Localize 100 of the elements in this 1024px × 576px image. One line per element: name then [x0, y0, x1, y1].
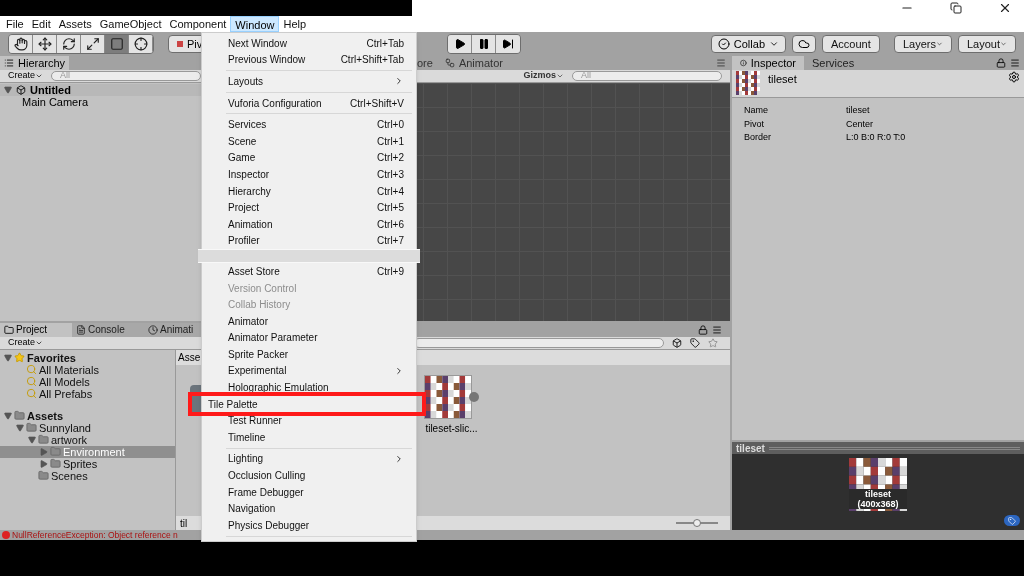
menu-entry[interactable]: Vuforia Configuration Ctrl+Shift+V [202, 94, 416, 112]
shortcut-text: Ctrl+0 [377, 118, 404, 133]
menu-entry[interactable]: Animation Ctrl+6 [202, 215, 416, 233]
shortcut-text: Ctrl+Shift+Tab [340, 53, 404, 68]
tool-button[interactable] [33, 35, 57, 53]
cloud-button[interactable] [792, 35, 816, 53]
lock-icon[interactable] [698, 324, 708, 335]
search-field[interactable] [414, 337, 664, 348]
shortcut-text: Ctrl+3 [377, 167, 404, 182]
menu-item[interactable]: Help [279, 16, 311, 32]
create-dropdown[interactable]: Create [4, 69, 47, 83]
tree-item[interactable]: All Prefabs [0, 387, 175, 400]
tool-button[interactable] [129, 35, 153, 53]
status-message: NullReferenceException: Object reference n [12, 528, 178, 542]
menu-entry[interactable]: Game Ctrl+2 [202, 149, 416, 167]
menu-item[interactable]: Component [165, 16, 231, 32]
menu-entry[interactable]: Occlusion Culling [202, 467, 416, 484]
caret-icon [556, 72, 564, 80]
type-filter-icon[interactable] [672, 337, 682, 348]
menu-entry[interactable]: Asset Store Ctrl+9 [202, 263, 416, 280]
expanded-arrow-icon[interactable] [4, 411, 12, 420]
settings-icon[interactable] [1008, 71, 1020, 83]
menu-entry[interactable]: Experimental [202, 362, 416, 380]
expanded-arrow-icon[interactable] [4, 353, 12, 362]
list-icon [4, 58, 14, 68]
zoom-slider[interactable] [676, 519, 718, 527]
pause-button[interactable] [472, 35, 496, 53]
hierarchy-item[interactable]: Main Camera [0, 96, 205, 108]
menu-item[interactable]: File [2, 16, 28, 32]
tree-item[interactable]: Assets [0, 409, 175, 422]
panel-tab[interactable]: Project [0, 322, 72, 337]
tree-item[interactable]: Scenes [0, 469, 175, 482]
expand-arrow-icon[interactable] [4, 86, 12, 94]
panel-tab[interactable]: Console [72, 322, 144, 337]
tool-button[interactable] [9, 35, 33, 53]
account-dropdown[interactable]: Account [822, 35, 880, 53]
menu-item[interactable]: Assets [54, 16, 96, 32]
menu-entry[interactable]: Previous Window Ctrl+Shift+Tab [202, 51, 416, 69]
hierarchy-tab[interactable]: Hierarchy [0, 56, 70, 70]
menu-entry[interactable]: Lighting [202, 450, 416, 468]
menu-entry[interactable]: Tile Palette [192, 395, 428, 413]
tag-icon[interactable] [1004, 515, 1020, 526]
play-button[interactable] [448, 35, 472, 53]
menu-entry[interactable]: Profiler Ctrl+7 [202, 232, 416, 250]
menu-entry[interactable]: Scene Ctrl+1 [202, 132, 416, 150]
menu-icon[interactable] [712, 324, 722, 335]
menu-item[interactable]: Window [230, 16, 280, 32]
tool-button[interactable] [57, 35, 81, 53]
caret-icon [769, 39, 779, 49]
collapsed-arrow-icon[interactable] [40, 459, 48, 468]
asset-label[interactable]: tileset-slic... [425, 420, 478, 436]
menu-entry[interactable]: Test Runner [202, 412, 416, 430]
menu-icon[interactable] [1010, 58, 1020, 68]
menu-item[interactable]: Edit [27, 16, 55, 32]
expanded-arrow-icon[interactable] [28, 435, 36, 444]
scene-tab[interactable]: ore [417, 54, 433, 72]
collab-button[interactable]: Collab [710, 35, 786, 53]
menu-entry[interactable]: Holographic Emulation [202, 379, 416, 396]
layout-dropdown[interactable]: Layout [958, 35, 1016, 53]
animator-icon [444, 58, 455, 68]
menu-entry[interactable]: Inspector Ctrl+3 [202, 166, 416, 183]
tool-button[interactable] [81, 35, 105, 53]
menu-entry[interactable]: Navigation [202, 500, 416, 518]
breadcrumb[interactable]: Asse [178, 349, 201, 365]
tree-item[interactable]: All Materials [0, 363, 175, 376]
tree-item[interactable]: All Models [0, 375, 175, 388]
restore-icon[interactable] [950, 2, 962, 14]
lock-icon[interactable] [996, 58, 1006, 68]
menu-entry[interactable]: Timeline [202, 429, 416, 446]
menu-entry[interactable]: Services Ctrl+0 [202, 116, 416, 133]
search-icon [26, 376, 37, 388]
expand-icon[interactable] [469, 391, 479, 402]
search-field[interactable]: All [572, 71, 722, 81]
label-filter-icon[interactable] [690, 337, 700, 348]
panel-tab[interactable]: Services [804, 56, 876, 70]
preview-title: tileset [736, 441, 765, 456]
tree-item[interactable]: artwork [0, 433, 175, 446]
menu-entry[interactable]: Layouts [202, 73, 416, 90]
console-icon [76, 324, 86, 335]
layers-dropdown[interactable]: Layers [894, 35, 952, 53]
menu-entry[interactable]: Physics Debugger [202, 517, 416, 534]
panel-tab[interactable]: Inspector [732, 56, 804, 70]
create-dropdown[interactable]: Create [4, 336, 47, 350]
folder-icon [14, 410, 25, 422]
shortcut-text: Ctrl+4 [377, 184, 404, 199]
scene-tab[interactable]: Animator [444, 54, 503, 72]
menu-item[interactable]: GameObject [95, 16, 166, 32]
close-icon[interactable] [998, 1, 1012, 15]
search-field[interactable]: All [51, 71, 201, 81]
menu-entry[interactable]: Frame Debugger [202, 483, 416, 501]
tree-item[interactable]: Sunnyland [0, 421, 175, 434]
menu-entry[interactable]: Hierarchy Ctrl+4 [202, 182, 416, 200]
gizmos-dropdown[interactable]: Gizmos [523, 69, 564, 83]
expanded-arrow-icon[interactable] [16, 423, 24, 432]
menu-entry[interactable]: Sprite Packer [202, 346, 416, 363]
tree-item[interactable]: Sprites [0, 457, 175, 470]
step-button[interactable] [496, 35, 520, 53]
menu-entry[interactable]: Project Ctrl+5 [202, 199, 416, 216]
tree-item[interactable]: Favorites [0, 351, 175, 364]
star-icon[interactable] [708, 337, 718, 348]
